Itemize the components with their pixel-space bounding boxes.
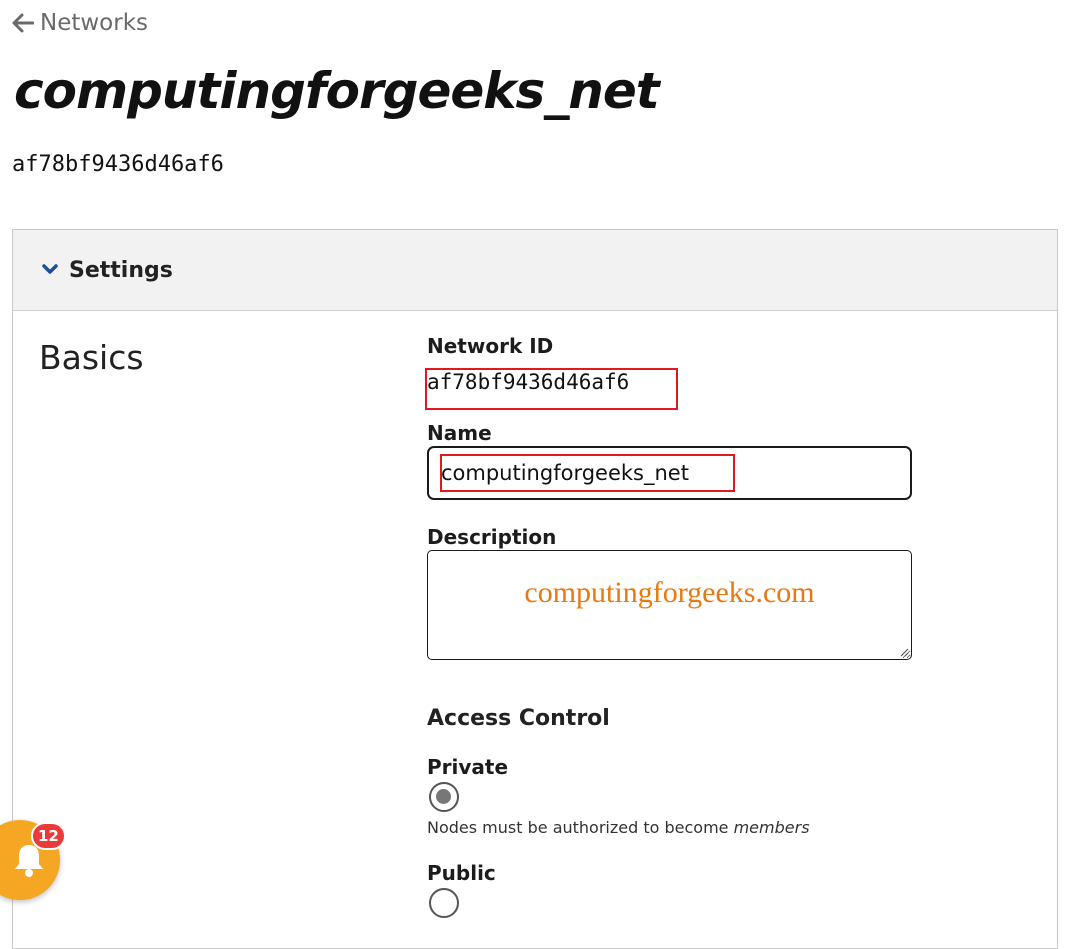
- page-title: computingforgeeks_net: [14, 62, 660, 120]
- private-help-text: Nodes must be authorized to become membe…: [427, 818, 810, 837]
- network-id-label: Network ID: [427, 334, 554, 358]
- public-radio[interactable]: [429, 888, 459, 918]
- arrow-left-icon: [12, 13, 34, 33]
- settings-panel-header[interactable]: Settings: [13, 230, 1057, 311]
- chevron-down-icon: [42, 264, 58, 274]
- settings-panel: Settings Basics Network ID af78bf9436d46…: [12, 229, 1058, 949]
- notification-count-badge: 12: [31, 822, 66, 850]
- name-label: Name: [427, 421, 492, 445]
- description-textarea[interactable]: [427, 550, 912, 660]
- network-id-subtitle: af78bf9436d46af6: [12, 152, 224, 177]
- public-label: Public: [427, 861, 496, 885]
- back-link-label: Networks: [40, 10, 149, 36]
- network-id-value: af78bf9436d46af6: [427, 370, 630, 394]
- members-emphasis: members: [733, 818, 810, 837]
- basics-heading: Basics: [39, 338, 144, 377]
- name-input[interactable]: [427, 446, 912, 500]
- private-radio[interactable]: [429, 782, 459, 812]
- settings-header-label: Settings: [69, 257, 173, 283]
- description-label: Description: [427, 525, 557, 549]
- private-label: Private: [427, 755, 509, 779]
- access-control-heading: Access Control: [427, 706, 610, 731]
- back-to-networks-link[interactable]: Networks: [12, 10, 148, 36]
